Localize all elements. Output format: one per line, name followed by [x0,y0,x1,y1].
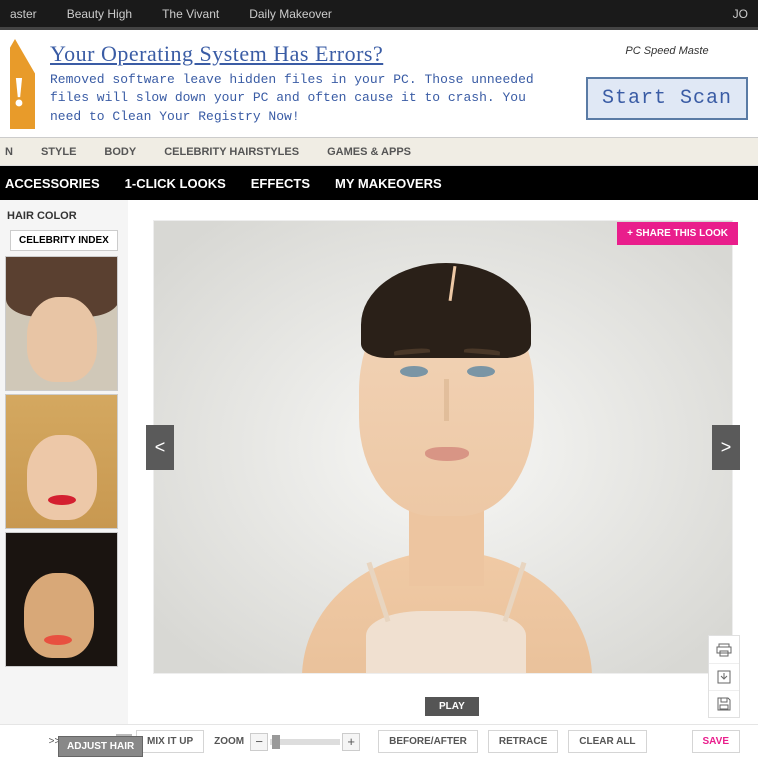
share-this-look-button[interactable]: + SHARE THIS LOOK [617,222,738,245]
zoom-label: ZOOM [214,736,244,747]
next-arrow[interactable]: > [712,425,740,470]
save-button[interactable]: SAVE [692,730,741,753]
nav-item-celeb-hair[interactable]: CELEBRITY HAIRSTYLES [164,146,299,158]
celebrity-thumb[interactable] [5,256,118,391]
nav-item-body[interactable]: BODY [104,146,136,158]
zoom-slider[interactable] [270,739,340,745]
download-icon[interactable] [709,663,739,690]
clear-all-button[interactable]: CLEAR ALL [568,730,646,753]
tool-icons [708,635,740,718]
adjust-hair-button[interactable]: ADJUST HAIR [58,736,143,757]
nav-item[interactable]: N [5,146,13,158]
ad-body: Removed software leave hidden files in y… [50,71,550,126]
print-icon[interactable] [709,636,739,663]
secondary-nav: ACCESSORIES 1-CLICK LOOKS EFFECTS MY MAK… [0,166,758,200]
network-topbar: aster Beauty High The Vivant Daily Makeo… [0,0,758,30]
network-link-right[interactable]: JO [733,7,748,21]
celebrity-thumb[interactable] [5,532,118,667]
retrace-button[interactable]: RETRACE [488,730,558,753]
zoom-out-button[interactable]: − [250,733,268,751]
save-disk-icon[interactable] [709,690,739,717]
sidebar: HAIR COLOR CELEBRITY INDEX [0,200,128,724]
celebrity-thumb[interactable] [5,394,118,529]
start-scan-button[interactable]: Start Scan [586,77,748,120]
primary-nav: N STYLE BODY CELEBRITY HAIRSTYLES GAMES … [0,138,758,166]
sidebar-title: HAIR COLOR [7,210,123,222]
warning-icon: ! [10,39,35,129]
celebrity-index-button[interactable]: CELEBRITY INDEX [10,230,118,251]
ad-brand: PC Speed Maste [586,45,748,57]
tab-1click-looks[interactable]: 1-CLICK LOOKS [125,176,226,191]
prev-arrow[interactable]: < [146,425,174,470]
play-button[interactable]: PLAY [425,697,479,716]
zoom-in-button[interactable]: + [342,733,360,751]
tab-effects[interactable]: EFFECTS [251,176,310,191]
nav-item-games[interactable]: GAMES & APPS [327,146,411,158]
network-link[interactable]: Beauty High [67,7,132,21]
network-link[interactable]: The Vivant [162,7,219,21]
tab-my-makeovers[interactable]: MY MAKEOVERS [335,176,442,191]
tab-accessories[interactable]: ACCESSORIES [5,176,100,191]
before-after-button[interactable]: BEFORE/AFTER [378,730,478,753]
network-link[interactable]: aster [10,7,37,21]
canvas-area: < > + SHARE THIS LOOK PLAY [128,200,758,724]
nav-item-style[interactable]: STYLE [41,146,76,158]
makeover-canvas[interactable] [153,220,733,674]
ad-banner: ! Your Operating System Has Errors? Remo… [0,30,758,138]
mix-it-up-button[interactable]: MIX IT UP [136,730,204,753]
network-link[interactable]: Daily Makeover [249,7,332,21]
